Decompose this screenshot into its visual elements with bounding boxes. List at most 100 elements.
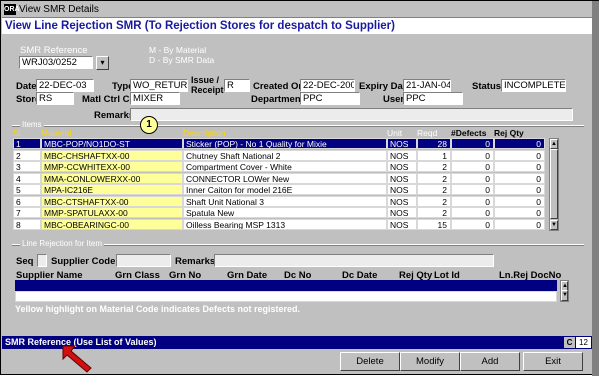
app-icon: ORA xyxy=(4,4,20,15)
table-row[interactable]: 6 MBC-CTSHAFTXX-00 Shaft Unit National 3 NO… xyxy=(13,195,545,207)
table-row[interactable]: 5 MPA-IC216E Inner Caiton for model 216E NO… xyxy=(13,184,545,195)
rej-scroll-down-icon[interactable]: ▼ xyxy=(561,290,568,301)
remarks-rej-field[interactable] xyxy=(214,254,494,267)
table-row[interactable]: 1 MBC-POP/NO1DO-ST Sticker (POP) - No 1 Qu… xyxy=(13,138,545,149)
cell-description[interactable]: Oilless Bearing MSP 1313 xyxy=(183,218,387,230)
cell-defects[interactable]: 0 xyxy=(451,172,494,184)
date-field[interactable]: 22-DEC-03 xyxy=(36,79,94,92)
table-row[interactable]: 4 MMA-CONLOWERXX-00 CONNECTOR LOWer New NOS… xyxy=(13,172,545,184)
supplier-code-field[interactable] xyxy=(116,254,171,267)
cell-reqd[interactable]: 2 xyxy=(417,172,451,184)
smr-reference-label: SMR Reference xyxy=(20,45,88,56)
cell-sl[interactable]: 1 xyxy=(13,138,41,149)
smr-reference-input[interactable]: WRJ03/0252 xyxy=(19,56,93,69)
cell-material[interactable]: MPA-IC216E xyxy=(41,184,183,195)
cell-description[interactable]: Shaft Unit National 3 xyxy=(183,195,387,207)
cell-rej[interactable]: 0 xyxy=(494,172,545,184)
cell-sl[interactable]: 7 xyxy=(13,207,41,218)
cell-unit[interactable]: NOS xyxy=(387,218,417,230)
cell-unit[interactable]: NOS xyxy=(387,172,417,184)
cell-sl[interactable]: 5 xyxy=(13,184,41,195)
cell-rej[interactable]: 0 xyxy=(494,195,545,207)
red-arrow-icon xyxy=(62,345,92,373)
cell-sl[interactable]: 6 xyxy=(13,195,41,207)
cell-reqd[interactable]: 2 xyxy=(417,161,451,172)
modify-button[interactable]: Modify xyxy=(400,352,460,371)
cell-reqd[interactable]: 15 xyxy=(417,218,451,230)
cell-defects[interactable]: 0 xyxy=(451,149,494,161)
cell-unit[interactable]: NOS xyxy=(387,207,417,218)
exit-button[interactable]: Exit xyxy=(523,352,583,371)
created-on-field[interactable]: 22-DEC-2003 xyxy=(300,79,355,92)
cell-description[interactable]: CONNECTOR LOWer New xyxy=(183,172,387,184)
cell-description[interactable]: Spatula New xyxy=(183,207,387,218)
cell-reqd[interactable]: 2 xyxy=(417,184,451,195)
cell-material[interactable]: MMP-SPATULAXX-00 xyxy=(41,207,183,218)
cell-unit[interactable]: NOS xyxy=(387,149,417,161)
cell-material[interactable]: MBC-OBEARINGC-00 xyxy=(41,218,183,230)
cell-sl[interactable]: 3 xyxy=(13,161,41,172)
cell-unit[interactable]: NOS xyxy=(387,138,417,149)
cell-defects[interactable]: 0 xyxy=(451,218,494,230)
table-row[interactable]: 7 MMP-SPATULAXX-00 Spatula New NOS 2 0 0 xyxy=(13,207,545,218)
cell-reqd[interactable]: 1 xyxy=(417,149,451,161)
seq-label: Seq xyxy=(16,256,34,267)
cell-material[interactable]: MBC-CHSHAFTXX-00 xyxy=(41,149,183,161)
seq-field[interactable] xyxy=(37,254,47,267)
cell-rej[interactable]: 0 xyxy=(494,149,545,161)
scroll-thumb[interactable] xyxy=(550,149,558,219)
type-field[interactable]: WO_RETURN xyxy=(130,79,188,92)
cell-defects[interactable]: 0 xyxy=(451,184,494,195)
cell-defects[interactable]: 0 xyxy=(451,207,494,218)
cell-rej[interactable]: 0 xyxy=(494,161,545,172)
cell-rej[interactable]: 0 xyxy=(494,184,545,195)
smr-lov-button[interactable]: ▾ xyxy=(96,56,109,70)
status-field[interactable]: INCOMPLETE xyxy=(501,79,566,92)
expiry-date-field[interactable]: 21-JAN-04 xyxy=(403,79,451,92)
store-field[interactable]: RS xyxy=(36,92,74,105)
delete-button[interactable]: Delete xyxy=(340,352,400,371)
matl-ctrl-cell-field[interactable]: MIXER xyxy=(130,92,180,105)
rejection-row[interactable] xyxy=(15,291,557,302)
scroll-up-icon[interactable]: ▲ xyxy=(550,139,558,149)
cell-sl[interactable]: 8 xyxy=(13,218,41,230)
cell-defects[interactable]: 0 xyxy=(451,161,494,172)
user-field[interactable]: PPC xyxy=(403,92,463,105)
items-scrollbar[interactable]: ▲ ▼ xyxy=(549,138,559,231)
rejection-scrollbar[interactable]: ▲ ▼ xyxy=(560,280,569,302)
cell-reqd[interactable]: 2 xyxy=(417,207,451,218)
cell-unit[interactable]: NOS xyxy=(387,184,417,195)
cell-rej[interactable]: 0 xyxy=(494,218,545,230)
table-row[interactable]: 8 MBC-OBEARINGC-00 Oilless Bearing MSP 131… xyxy=(13,218,545,230)
rejection-row[interactable] xyxy=(15,280,557,291)
table-row[interactable]: 2 MBC-CHSHAFTXX-00 Chutney Shaft National … xyxy=(13,149,545,161)
cell-defects[interactable]: 0 xyxy=(451,138,494,149)
cell-unit[interactable]: NOS xyxy=(387,161,417,172)
supplier-code-label: Supplier Code xyxy=(51,256,116,267)
cell-material[interactable]: MBC-POP/NO1DO-ST xyxy=(41,138,183,149)
cell-defects[interactable]: 0 xyxy=(451,195,494,207)
cell-material[interactable]: MBC-CTSHAFTXX-00 xyxy=(41,195,183,207)
cell-rej[interactable]: 0 xyxy=(494,138,545,149)
scroll-down-icon[interactable]: ▼ xyxy=(550,220,558,230)
cell-unit[interactable]: NOS xyxy=(387,195,417,207)
cell-material[interactable]: MMA-CONLOWERXX-00 xyxy=(41,172,183,184)
cell-material[interactable]: MMP-CCWHITEXX-00 xyxy=(41,161,183,172)
cell-reqd[interactable]: 28 xyxy=(417,138,451,149)
cell-sl[interactable]: 2 xyxy=(13,149,41,161)
cell-description[interactable]: Chutney Shaft National 2 xyxy=(183,149,387,161)
cell-description[interactable]: Inner Caiton for model 216E xyxy=(183,184,387,195)
user-label: User xyxy=(383,94,405,105)
cell-rej[interactable]: 0 xyxy=(494,207,545,218)
cell-reqd[interactable]: 2 xyxy=(417,195,451,207)
cell-description[interactable]: Compartment Cover - White xyxy=(183,161,387,172)
add-button[interactable]: Add xyxy=(460,352,520,371)
issue-receipt-field[interactable]: R xyxy=(224,79,250,92)
remarks-field[interactable] xyxy=(130,108,573,121)
cell-sl[interactable]: 4 xyxy=(13,172,41,184)
department-field[interactable]: PPC xyxy=(300,92,360,105)
table-row[interactable]: 3 MMP-CCWHITEXX-00 Compartment Cover - Whi… xyxy=(13,161,545,172)
cell-description[interactable]: Sticker (POP) - No 1 Quality for Mixie xyxy=(183,138,387,149)
window: ORA View SMR Details View Line Rejection… xyxy=(0,0,599,376)
status-mode: C xyxy=(564,337,575,348)
